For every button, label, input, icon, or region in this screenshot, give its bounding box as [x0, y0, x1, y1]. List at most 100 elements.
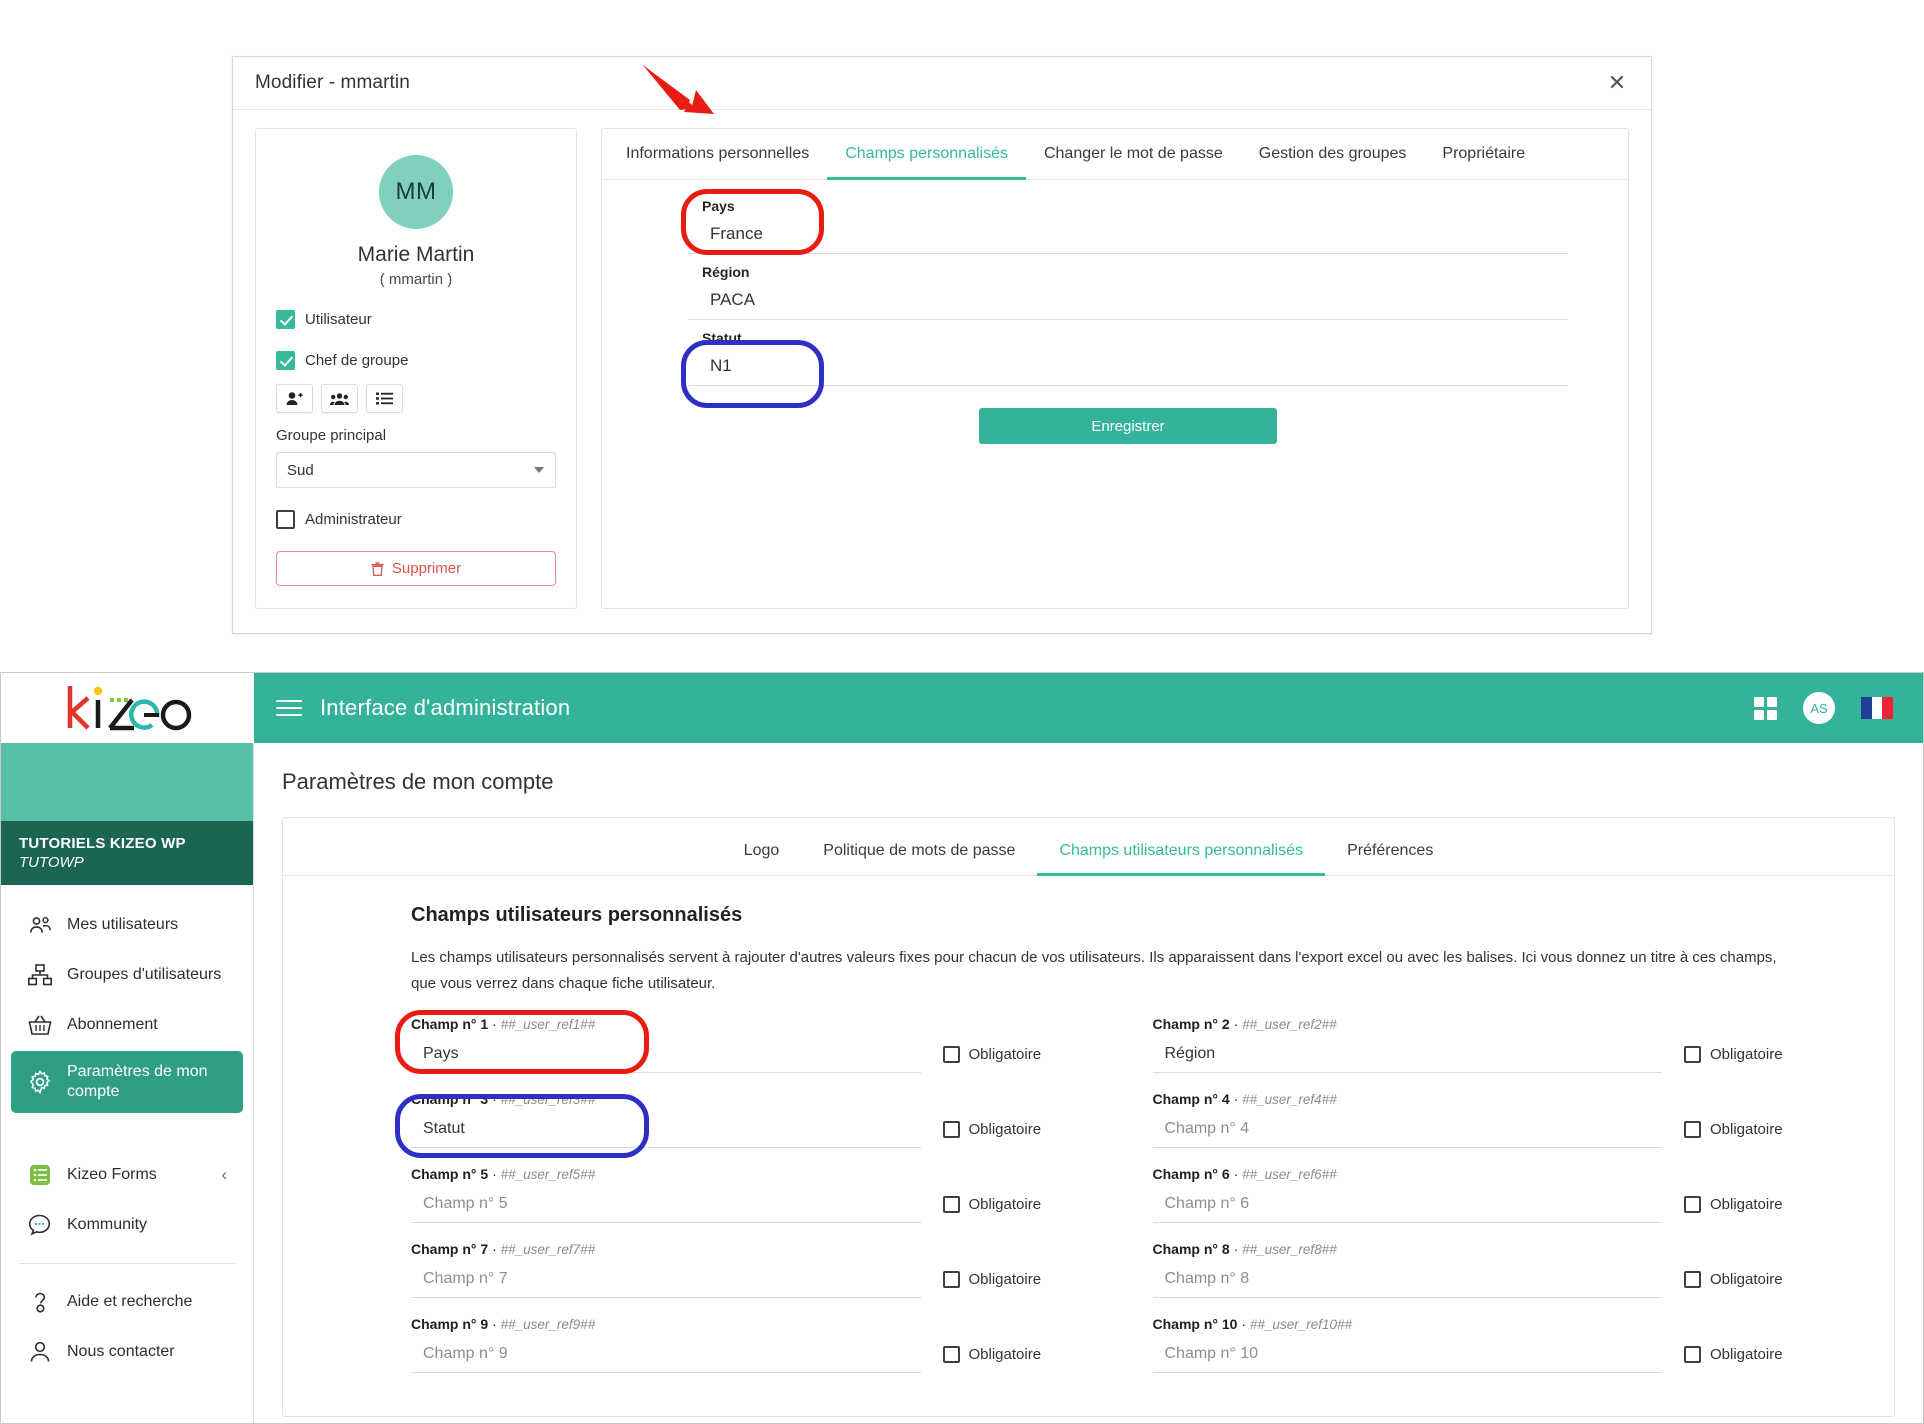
users-group-icon — [330, 392, 349, 405]
tab-proprietaire[interactable]: Propriétaire — [1424, 129, 1543, 180]
required-checkbox-label: Obligatoire — [1710, 1270, 1783, 1288]
save-button[interactable]: Enregistrer — [979, 408, 1277, 444]
field-input-line: Statut Obligatoire — [411, 1111, 1093, 1148]
tab-changer-mot-de-passe[interactable]: Changer le mot de passe — [1026, 129, 1241, 180]
avatar[interactable]: AS — [1803, 692, 1835, 724]
required-checkbox[interactable]: Obligatoire — [942, 1195, 1093, 1213]
hamburger-menu-icon[interactable] — [276, 695, 302, 721]
user-add-button[interactable] — [276, 384, 313, 413]
field-header: Champ n° 1 · ##_user_ref1## — [411, 1015, 596, 1032]
field-label-region: Région — [702, 264, 750, 280]
required-checkbox-box[interactable] — [942, 1120, 960, 1138]
checkbox-administrateur[interactable]: Administrateur — [276, 510, 556, 529]
required-checkbox[interactable]: Obligatoire — [1684, 1270, 1834, 1288]
checkbox-box-chef-de-groupe[interactable] — [276, 351, 295, 370]
sidebar-item-aide-et-recherche[interactable]: Aide et recherche — [11, 1278, 243, 1326]
modal-body: MM Marie Martin ( mmartin ) Utilisateur … — [233, 110, 1651, 609]
tab-champs-personnalises[interactable]: Champs personnalisés — [827, 129, 1026, 180]
required-checkbox-box[interactable] — [1684, 1270, 1701, 1288]
required-checkbox[interactable]: Obligatoire — [1684, 1195, 1834, 1213]
field-header: Champ n° 10 · ##_user_ref10## — [1152, 1315, 1353, 1332]
basket-icon — [27, 1012, 53, 1038]
section-description: Les champs utilisateurs personnalisés se… — [411, 949, 1777, 993]
required-checkbox-box[interactable] — [1684, 1045, 1701, 1063]
french-flag-icon[interactable] — [1861, 697, 1894, 719]
settings-tabs: Logo Politique de mots de passe Champs u… — [283, 818, 1894, 876]
sidebar-item-kommunity[interactable]: Kommunity — [11, 1201, 243, 1249]
required-checkbox-box[interactable] — [1684, 1345, 1701, 1363]
field-input[interactable]: Champ n° 7 — [411, 1261, 921, 1298]
field-input[interactable]: Région — [1152, 1036, 1662, 1073]
tab-preferences[interactable]: Préférences — [1325, 826, 1455, 876]
field-input[interactable]: Champ n° 10 — [1152, 1336, 1662, 1373]
delete-button[interactable]: Supprimer — [276, 551, 556, 586]
required-checkbox-box[interactable] — [942, 1045, 960, 1063]
checkbox-chef-de-groupe[interactable]: Chef de groupe — [276, 351, 556, 370]
required-checkbox[interactable]: Obligatoire — [942, 1345, 1093, 1363]
required-checkbox[interactable]: Obligatoire — [942, 1270, 1093, 1288]
required-checkbox-box[interactable] — [942, 1345, 960, 1363]
checkbox-box-utilisateur[interactable] — [276, 310, 295, 329]
tab-politique-mots-de-passe[interactable]: Politique de mots de passe — [801, 826, 1037, 876]
sidebar-top-banner — [1, 743, 253, 821]
required-checkbox-box[interactable] — [942, 1270, 960, 1288]
main-content: Paramètres de mon compte Logo Politique … — [254, 743, 1923, 1423]
kizeo-logo[interactable] — [1, 673, 254, 743]
sidebar-item-label: Mes utilisateurs — [67, 916, 179, 933]
required-checkbox-label: Obligatoire — [968, 1270, 1042, 1288]
chevron-down-icon — [534, 467, 544, 473]
field-input[interactable]: Champ n° 6 — [1152, 1186, 1662, 1223]
sidebar-item-nous-contacter[interactable]: Nous contacter — [11, 1328, 243, 1376]
avatar: MM — [379, 155, 453, 229]
chevron-left-icon[interactable]: ‹ — [221, 1164, 227, 1185]
sidebar-item-groupes-utilisateurs[interactable]: Groupes d'utilisateurs — [11, 951, 243, 999]
field-value-statut[interactable]: N1 — [688, 346, 1568, 386]
groupe-principal-select[interactable]: Sud — [276, 452, 556, 488]
field-value-pays[interactable]: France — [688, 214, 1568, 254]
grid-apps-icon[interactable] — [1754, 696, 1777, 720]
field-input[interactable]: Champ n° 9 — [411, 1336, 921, 1373]
field-input[interactable]: Champ n° 4 — [1152, 1111, 1662, 1148]
field-input[interactable]: Statut — [411, 1111, 921, 1148]
kizeo-logo-icon — [67, 686, 191, 731]
top-bar: Interface d'administration AS — [254, 673, 1923, 743]
sidebar-item-kizeo-forms[interactable]: Kizeo Forms ‹ — [11, 1151, 243, 1199]
sidebar-item-mes-utilisateurs[interactable]: Mes utilisateurs — [11, 901, 243, 949]
sidebar: TUTORIELS KIZEO WP TUTOWP Mes utilisateu… — [1, 743, 254, 1423]
checkbox-label-administrateur: Administrateur — [305, 511, 402, 528]
kizeo-forms-icon — [27, 1162, 53, 1188]
topbar-title: Interface d'administration — [320, 695, 571, 720]
field-tag: ##_user_ref7## — [500, 1241, 596, 1257]
required-checkbox-box[interactable] — [1684, 1195, 1701, 1213]
required-checkbox[interactable]: Obligatoire — [1684, 1120, 1834, 1138]
close-icon[interactable]: ✕ — [1601, 67, 1633, 99]
account-code: TUTOWP — [19, 854, 84, 871]
topbar-actions: AS — [1754, 692, 1923, 724]
field-value-region[interactable]: PACA — [688, 280, 1568, 320]
required-checkbox[interactable]: Obligatoire — [942, 1120, 1093, 1138]
tab-gestion-des-groupes[interactable]: Gestion des groupes — [1241, 129, 1425, 180]
required-checkbox[interactable]: Obligatoire — [1684, 1345, 1834, 1363]
required-checkbox-box[interactable] — [1684, 1120, 1701, 1138]
tab-champs-utilisateurs-personnalises[interactable]: Champs utilisateurs personnalisés — [1037, 826, 1326, 876]
sidebar-nav: Mes utilisateurs Groupes d'utilisateurs … — [1, 885, 253, 1376]
checkbox-utilisateur[interactable]: Utilisateur — [276, 310, 556, 329]
field-label-pays: Pays — [702, 198, 735, 214]
field-input[interactable]: Champ n° 5 — [411, 1186, 921, 1223]
field-title: Champ n° 8 — [1152, 1240, 1230, 1257]
required-checkbox[interactable]: Obligatoire — [1684, 1045, 1834, 1063]
required-checkbox[interactable]: Obligatoire — [942, 1045, 1093, 1063]
field-tag: ##_user_ref5## — [500, 1166, 596, 1182]
field-input[interactable]: Pays — [411, 1036, 921, 1073]
tab-informations-personnelles[interactable]: Informations personnelles — [608, 129, 827, 180]
tab-logo[interactable]: Logo — [722, 826, 802, 876]
users-group-button[interactable] — [321, 384, 358, 413]
field-header: Champ n° 4 · ##_user_ref4## — [1152, 1090, 1337, 1107]
list-button[interactable] — [366, 384, 403, 413]
checkbox-box-administrateur[interactable] — [276, 510, 295, 529]
sidebar-item-parametres-de-mon-compte[interactable]: Paramètres de mon compte — [11, 1051, 243, 1113]
required-checkbox-box[interactable] — [942, 1195, 960, 1213]
field-input[interactable]: Champ n° 8 — [1152, 1261, 1662, 1298]
custom-field-row: Champ n° 8 · ##_user_ref8## Champ n° 8 O… — [1152, 1240, 1835, 1298]
sidebar-item-abonnement[interactable]: Abonnement — [11, 1001, 243, 1049]
